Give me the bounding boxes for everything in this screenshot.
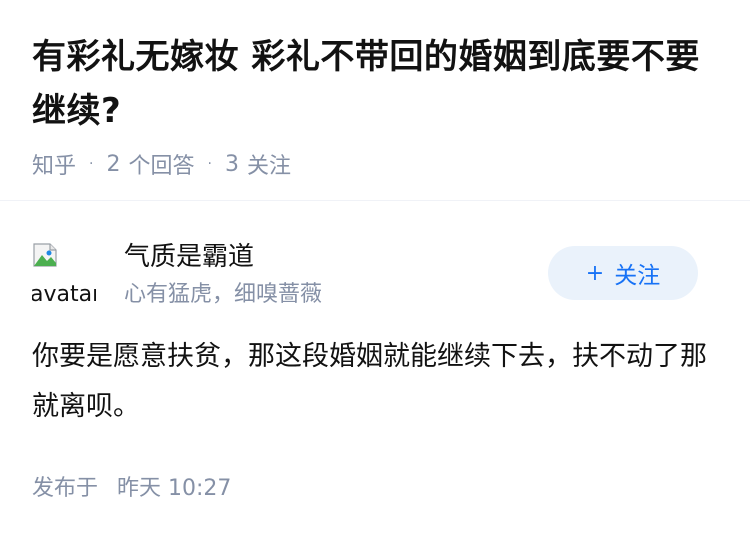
avatar-alt-text: avatar bbox=[32, 282, 96, 305]
separator-dot: · bbox=[89, 156, 94, 172]
broken-image-icon bbox=[33, 243, 57, 267]
plus-icon: + bbox=[585, 260, 605, 286]
answer-meta: 发布于 昨天 10:27 bbox=[32, 470, 231, 502]
follow-label: 关注 bbox=[614, 263, 661, 289]
published-time: 昨天 10:27 bbox=[117, 476, 232, 501]
answer-content: 你要是愿意扶贫，那这段婚姻就能继续下去，扶不动了那就离呗。 bbox=[32, 341, 707, 422]
separator-dot: · bbox=[207, 156, 212, 172]
question-meta: 知乎 · 2 个回答 · 3 关注 bbox=[32, 148, 712, 180]
question-title[interactable]: 有彩礼无嫁妆 彩礼不带回的婚姻到底要不要继续? bbox=[32, 30, 712, 138]
source-label[interactable]: 知乎 bbox=[32, 148, 76, 180]
author-bio: 心有猛虎，细嗅蔷薇 bbox=[124, 282, 323, 307]
followers-label[interactable]: 关注 bbox=[247, 148, 291, 180]
author-name[interactable]: 气质是霸道 bbox=[124, 236, 254, 273]
answers-count: 2 bbox=[106, 151, 121, 177]
question-header: 有彩礼无嫁妆 彩礼不带回的婚姻到底要不要继续? 知乎 · 2 个回答 · 3 关… bbox=[32, 30, 712, 180]
avatar[interactable]: avatar bbox=[32, 240, 96, 304]
followers-count: 3 bbox=[224, 151, 239, 177]
author-info: avatar 气质是霸道 心有猛虎，细嗅蔷薇 + 关注 bbox=[32, 236, 722, 307]
follow-button[interactable]: + 关注 bbox=[548, 246, 698, 300]
answer-page: 有彩礼无嫁妆 彩礼不带回的婚姻到底要不要继续? 知乎 · 2 个回答 · 3 关… bbox=[0, 0, 750, 538]
published-label: 发布于 bbox=[32, 476, 99, 501]
answers-label[interactable]: 个回答 bbox=[128, 148, 194, 180]
divider bbox=[0, 200, 750, 201]
